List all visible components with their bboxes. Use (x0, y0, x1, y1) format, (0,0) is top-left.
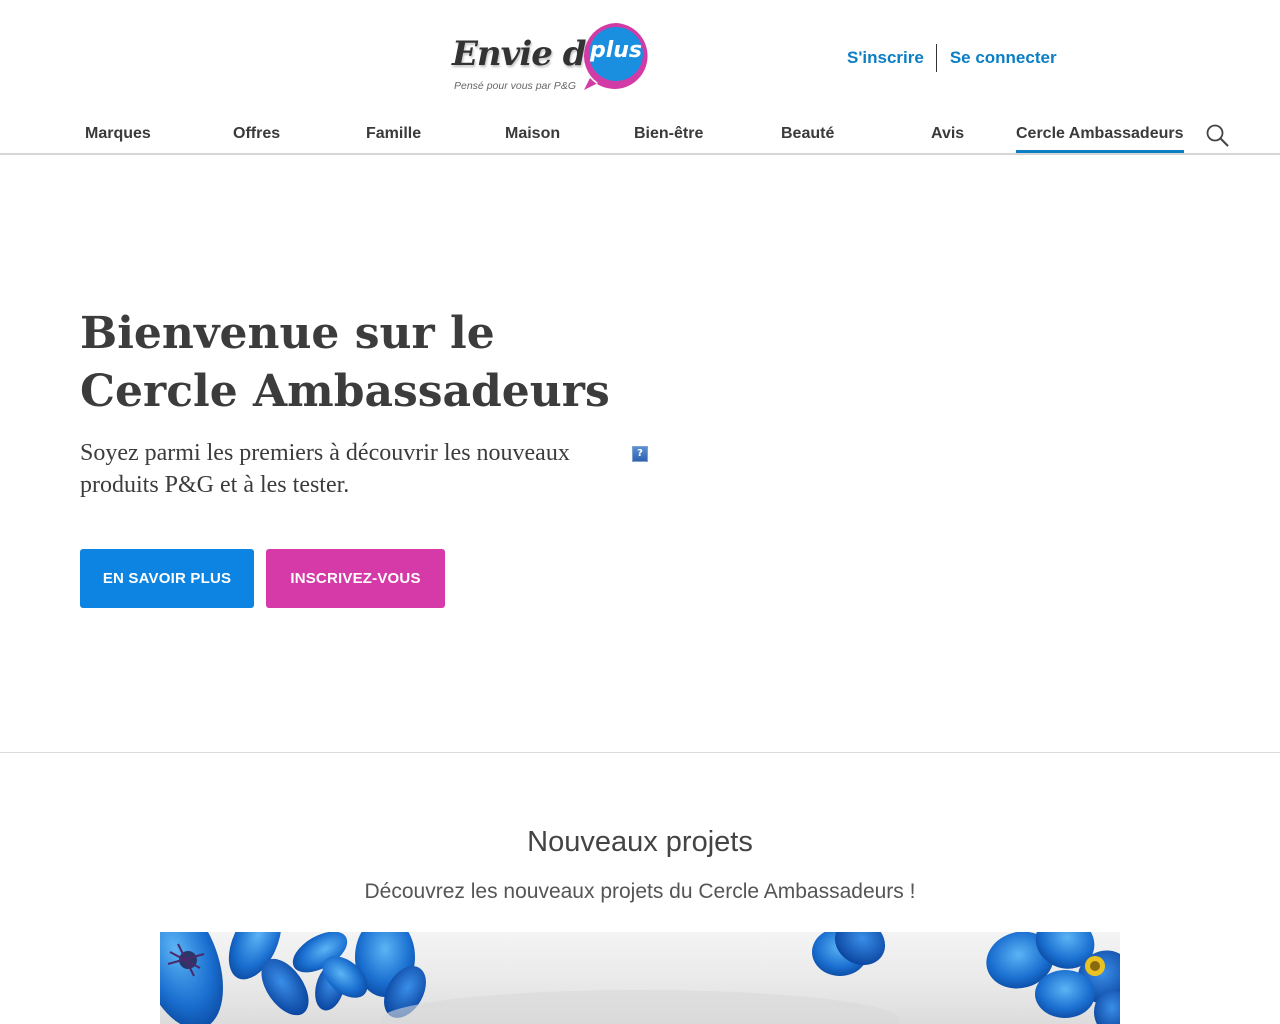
auth-divider (935, 44, 937, 72)
hero-title: Bienvenue sur le Cercle Ambassadeurs (80, 308, 610, 417)
nav-item-maison[interactable]: Maison (505, 121, 560, 153)
nav-item-marques[interactable]: Marques (85, 121, 151, 153)
logo-tagline: Pensé pour vous par P&G (454, 80, 576, 92)
search-icon[interactable] (1205, 123, 1229, 147)
flowers-illustration (160, 932, 1120, 1024)
main-nav: Marques Offres Famille Maison Bien-être … (0, 121, 1280, 153)
hero-subtitle: Soyez parmi les premiers à découvrir les… (80, 440, 570, 498)
nav-item-offres[interactable]: Offres (233, 121, 280, 153)
logo-bubble-text: plus (589, 38, 643, 63)
nav-item-bien-etre[interactable]: Bien-être (634, 121, 703, 153)
learn-more-button[interactable]: EN SAVOIR PLUS (80, 549, 254, 608)
nav-item-avis[interactable]: Avis (931, 121, 964, 153)
signup-button[interactable]: INSCRIVEZ-VOUS (266, 549, 445, 608)
signup-link[interactable]: S'inscrire (847, 48, 924, 68)
nav-item-beaute[interactable]: Beauté (781, 121, 834, 153)
auth-links: S'inscrire Se connecter (847, 44, 1057, 72)
nav-item-cercle-ambassadeurs[interactable]: Cercle Ambassadeurs (1016, 121, 1184, 153)
login-link[interactable]: Se connecter (950, 48, 1057, 68)
nav-item-famille[interactable]: Famille (366, 121, 421, 153)
hero-section: Bienvenue sur le Cercle Ambassadeurs Soy… (0, 155, 1280, 753)
projects-title: Nouveaux projets (527, 826, 753, 858)
projects-banner-image[interactable] (160, 932, 1120, 1024)
site-header: Envie de plus Pensé pour vous par P&G S'… (0, 0, 1280, 155)
broken-image-icon: ? (632, 446, 648, 462)
projects-subtitle: Découvrez les nouveaux projets du Cercle… (364, 880, 916, 903)
site-logo[interactable]: Envie de plus Pensé pour vous par P&G (452, 18, 657, 98)
